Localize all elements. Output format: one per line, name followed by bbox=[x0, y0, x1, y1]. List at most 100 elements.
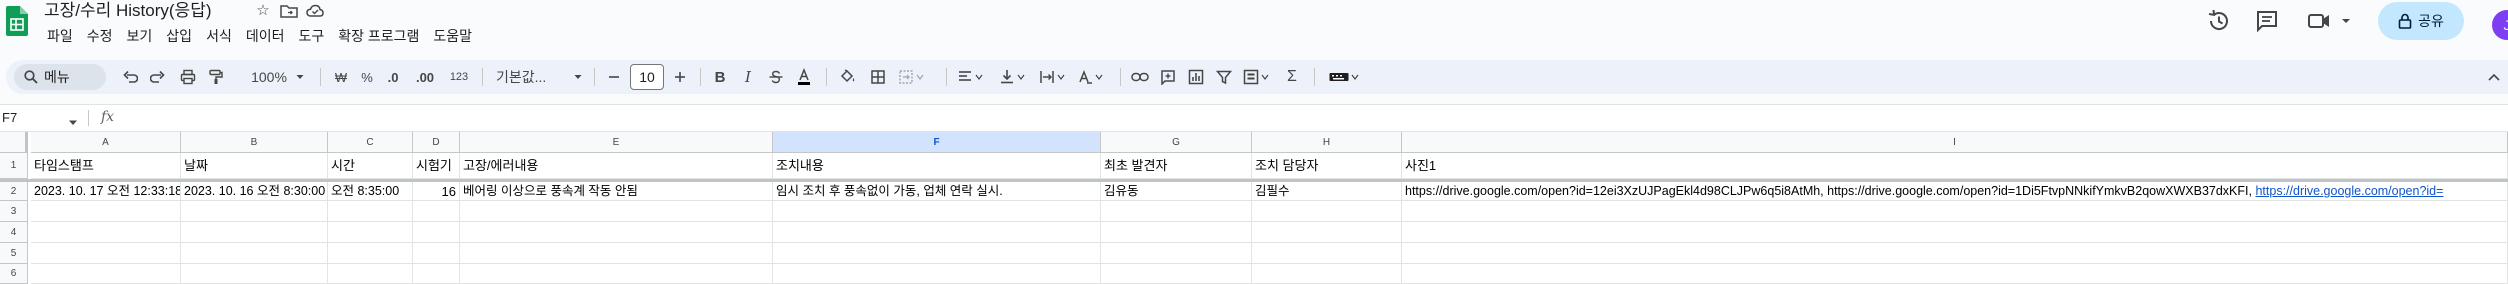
undo-icon[interactable] bbox=[118, 60, 142, 94]
italic-icon[interactable]: I bbox=[736, 60, 760, 94]
cell-f3[interactable] bbox=[773, 201, 1101, 222]
cell-c4[interactable] bbox=[328, 222, 413, 243]
avatar[interactable]: J bbox=[2492, 10, 2508, 40]
vertical-align-icon[interactable] bbox=[996, 60, 1030, 94]
cell-g3[interactable] bbox=[1101, 201, 1252, 222]
version-history-icon[interactable] bbox=[2206, 8, 2232, 34]
font-family-select[interactable]: 기본값... bbox=[496, 60, 562, 94]
cell-h3[interactable] bbox=[1252, 201, 1402, 222]
cell-h6[interactable] bbox=[1252, 264, 1402, 284]
insert-comment-icon[interactable] bbox=[1156, 60, 1180, 94]
text-color-icon[interactable] bbox=[792, 60, 816, 94]
formula-input[interactable] bbox=[126, 105, 2508, 131]
redo-icon[interactable] bbox=[146, 60, 170, 94]
cell-d6[interactable] bbox=[413, 264, 460, 284]
column-header-i[interactable]: I bbox=[1402, 132, 2508, 153]
menu-file[interactable]: 파일 bbox=[40, 26, 80, 46]
name-box-chevron-down-icon[interactable] bbox=[68, 114, 78, 132]
row-header-1[interactable]: 1 bbox=[0, 153, 28, 179]
cell-c5[interactable] bbox=[328, 243, 413, 264]
menu-tools[interactable]: 도구 bbox=[291, 26, 331, 46]
cell-b4[interactable] bbox=[181, 222, 328, 243]
cell-i2[interactable]: https://drive.google.com/open?id=12ei3Xz… bbox=[1402, 182, 2508, 201]
text-rotation-icon[interactable] bbox=[1074, 60, 1108, 94]
column-header-c[interactable]: C bbox=[328, 132, 413, 153]
cell-b3[interactable] bbox=[181, 201, 328, 222]
increase-font-size-icon[interactable] bbox=[670, 60, 690, 94]
cell-a4[interactable] bbox=[31, 222, 181, 243]
cell-f5[interactable] bbox=[773, 243, 1101, 264]
paint-format-icon[interactable] bbox=[204, 60, 228, 94]
comments-icon[interactable] bbox=[2254, 8, 2280, 34]
column-header-h[interactable]: H bbox=[1252, 132, 1402, 153]
cell-e4[interactable] bbox=[460, 222, 773, 243]
decrease-font-size-icon[interactable] bbox=[604, 60, 624, 94]
menu-help[interactable]: 도움말 bbox=[426, 26, 479, 46]
cell-e1[interactable]: 고장/에러내용 bbox=[460, 153, 773, 179]
horizontal-align-icon[interactable] bbox=[954, 60, 988, 94]
cell-g4[interactable] bbox=[1101, 222, 1252, 243]
cell-e3[interactable] bbox=[460, 201, 773, 222]
fill-color-icon[interactable] bbox=[836, 60, 860, 94]
move-folder-icon[interactable] bbox=[280, 3, 298, 19]
row-header-2[interactable]: 2 bbox=[0, 182, 28, 201]
row-header-3[interactable]: 3 bbox=[0, 201, 28, 222]
cell-b1[interactable]: 날짜 bbox=[181, 153, 328, 179]
column-header-g[interactable]: G bbox=[1101, 132, 1252, 153]
zoom-chevron-down-icon[interactable] bbox=[294, 60, 306, 94]
cell-h1[interactable]: 조치 담당자 bbox=[1252, 153, 1402, 179]
filter-icon[interactable] bbox=[1212, 60, 1236, 94]
print-icon[interactable] bbox=[176, 60, 200, 94]
search-menus-button[interactable]: 메뉴 bbox=[14, 64, 106, 90]
cell-f6[interactable] bbox=[773, 264, 1101, 284]
column-header-e[interactable]: E bbox=[460, 132, 773, 153]
text-wrapping-icon[interactable] bbox=[1036, 60, 1070, 94]
cell-c2[interactable]: 오전 8:35:00 bbox=[328, 182, 413, 201]
menu-format[interactable]: 서식 bbox=[199, 26, 239, 46]
functions-sigma-icon[interactable]: Σ bbox=[1280, 60, 1304, 94]
currency-format-button[interactable]: ₩ bbox=[330, 60, 352, 94]
insert-chart-icon[interactable] bbox=[1184, 60, 1208, 94]
cell-a1[interactable]: 타임스탬프 bbox=[31, 153, 181, 179]
percent-format-button[interactable]: % bbox=[356, 60, 378, 94]
cell-i5[interactable] bbox=[1402, 243, 2508, 264]
meet-dropdown-chevron-down-icon[interactable] bbox=[2340, 14, 2352, 26]
select-all-corner[interactable] bbox=[0, 132, 28, 153]
cell-d3[interactable] bbox=[413, 201, 460, 222]
font-family-chevron-down-icon[interactable] bbox=[572, 60, 584, 94]
cell-c1[interactable]: 시간 bbox=[328, 153, 413, 179]
row-header-6[interactable]: 6 bbox=[0, 264, 28, 284]
cell-b5[interactable] bbox=[181, 243, 328, 264]
sheets-logo-icon[interactable] bbox=[6, 6, 28, 36]
merge-cells-icon[interactable] bbox=[894, 60, 930, 94]
menu-extensions[interactable]: 확장 프로그램 bbox=[331, 26, 426, 46]
cell-a5[interactable] bbox=[31, 243, 181, 264]
cell-e6[interactable] bbox=[460, 264, 773, 284]
strikethrough-icon[interactable] bbox=[764, 60, 788, 94]
cell-h2[interactable]: 김필수 bbox=[1252, 182, 1402, 201]
column-header-b[interactable]: B bbox=[181, 132, 328, 153]
column-header-a[interactable]: A bbox=[31, 132, 181, 153]
cell-f4[interactable] bbox=[773, 222, 1101, 243]
bold-icon[interactable]: B bbox=[708, 60, 732, 94]
cell-e2[interactable]: 베어링 이상으로 풍속계 작동 안됨 bbox=[460, 182, 773, 201]
meet-video-icon[interactable] bbox=[2306, 8, 2332, 34]
decrease-decimal-button[interactable]: .0 bbox=[380, 60, 406, 94]
cell-g1[interactable]: 최초 발견자 bbox=[1101, 153, 1252, 179]
cell-i1[interactable]: 사진1 bbox=[1402, 153, 2508, 179]
photo-url-link[interactable]: https://drive.google.com/open?id= bbox=[2255, 184, 2443, 198]
more-formats-button[interactable]: 123 bbox=[446, 60, 472, 94]
cell-b2[interactable]: 2023. 10. 16 오전 8:30:00 bbox=[181, 182, 328, 201]
font-size-input[interactable]: 10 bbox=[630, 64, 664, 90]
cell-f2[interactable]: 임시 조치 후 풍속없이 가동, 업체 연락 실시. bbox=[773, 182, 1101, 201]
column-header-f[interactable]: F bbox=[773, 132, 1101, 153]
cloud-saved-icon[interactable] bbox=[306, 3, 324, 19]
star-icon[interactable]: ☆ bbox=[254, 3, 272, 19]
cell-a2[interactable]: 2023. 10. 17 오전 12:33:18 bbox=[31, 182, 181, 201]
cell-f1[interactable]: 조치내용 bbox=[773, 153, 1101, 179]
menu-data[interactable]: 데이터 bbox=[239, 26, 292, 46]
cell-b6[interactable] bbox=[181, 264, 328, 284]
cell-g6[interactable] bbox=[1101, 264, 1252, 284]
cell-c6[interactable] bbox=[328, 264, 413, 284]
row-header-4[interactable]: 4 bbox=[0, 222, 28, 243]
